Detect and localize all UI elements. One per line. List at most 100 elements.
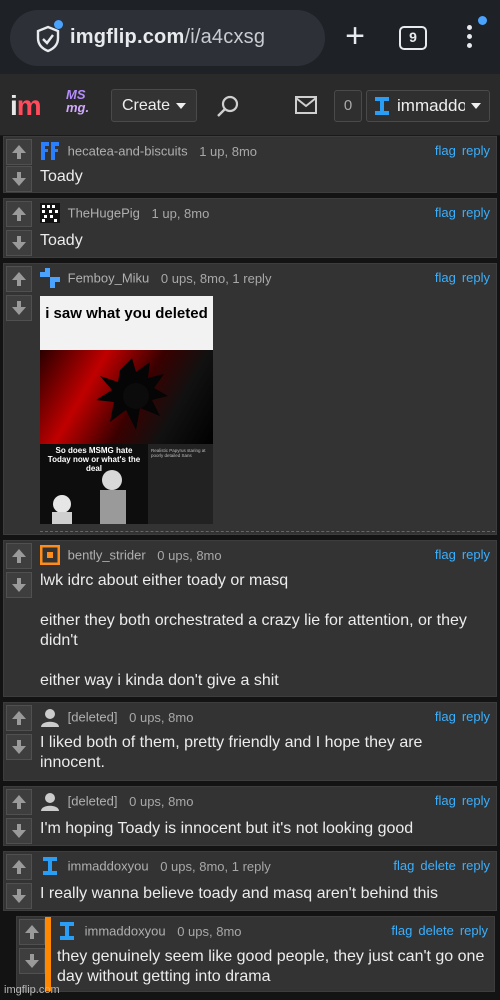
url-text[interactable]: imgflip.com/i/a4cxsg [70,26,265,49]
notification-count[interactable]: 0 [334,90,362,122]
meme-middle-panel [40,350,213,444]
comment-username[interactable]: immaddoxyou [68,859,149,874]
flag-link[interactable]: flag [435,547,456,562]
menu-icon[interactable] [462,22,476,54]
username: immaddoxyou [397,96,465,115]
new-tab-icon[interactable]: + [340,19,370,53]
comment: TheHugePig 1 up, 8mo flag reply Toady [3,198,497,258]
flag-link[interactable]: flag [391,923,412,938]
reply-link[interactable]: reply [460,923,488,938]
downvote-button[interactable] [6,734,32,760]
stream-logo[interactable]: MS mg. [66,88,98,122]
chevron-down-icon [176,103,186,109]
flag-link[interactable]: flag [435,270,456,285]
reply-link[interactable]: reply [462,270,490,285]
downvote-button[interactable] [6,295,32,321]
comment: Femboy_Miku 0 ups, 8mo, 1 reply flag repl… [3,263,497,535]
comment: [deleted] 0 ups, 8mo flag reply I'm hopin… [3,786,497,846]
comment-text: I liked both of them, pretty friendly an… [40,734,427,771]
comment-username[interactable]: bently_strider [68,548,146,563]
comment-text: lwk idrc about either toady or masq eith… [40,572,467,689]
downvote-button[interactable] [6,230,32,256]
chevron-down-icon [471,103,481,109]
upvote-button[interactable] [6,266,32,292]
user-avatar-icon[interactable] [40,545,60,565]
create-button[interactable]: Create [111,89,197,122]
comment-text: I really wanna believe toady and masq ar… [40,885,438,902]
comment: bently_strider 0 ups, 8mo flag reply lwk … [3,540,497,697]
downvote-button[interactable] [6,572,32,598]
comment-text: I'm hoping Toady is innocent but it's no… [40,820,414,837]
reply-comment: immaddoxyou 0 ups, 8mo flag delete reply t… [16,916,495,992]
user-avatar-icon[interactable] [57,921,77,941]
comment-username[interactable]: immaddoxyou [85,924,166,939]
upvote-button[interactable] [6,854,32,880]
user-avatar-icon[interactable] [40,856,60,876]
search-icon[interactable] [216,94,240,118]
reply-indicator-bar [45,917,51,991]
comment-meta: 0 ups, 8mo [157,547,222,563]
flag-link[interactable]: flag [393,858,414,873]
delete-link[interactable]: delete [418,923,453,938]
comment-meta: 0 ups, 8mo, 1 reply [160,858,271,874]
reply-link[interactable]: reply [462,793,490,808]
secure-site-icon[interactable] [35,25,61,53]
meme-figure [96,358,168,430]
upvote-button[interactable] [6,139,32,165]
downvote-button[interactable] [6,166,32,192]
flag-link[interactable]: flag [435,205,456,220]
user-menu-button[interactable]: immaddoxyou [366,90,490,122]
user-avatar-icon[interactable] [40,707,60,727]
delete-link[interactable]: delete [420,858,455,873]
menu-notification-dot [478,16,487,25]
user-avatar-icon[interactable] [40,268,60,288]
reply-link[interactable]: reply [462,858,490,873]
comment-meta: 0 ups, 8mo [129,793,194,809]
upvote-button[interactable] [6,201,32,227]
reply-link[interactable]: reply [462,547,490,562]
comment-username: [deleted] [67,793,118,809]
tabs-icon[interactable]: 9 [399,26,427,50]
comment-text: they genuinely seem like good people, th… [57,948,489,985]
reply-link[interactable]: reply [462,143,490,158]
user-avatar-icon[interactable] [40,203,60,223]
comment-username[interactable]: hecatea-and-biscuits [68,144,188,159]
flag-link[interactable]: flag [435,793,456,808]
meme-image[interactable]: i saw what you deleted So does MSMG hate… [40,296,213,524]
downvote-button[interactable] [19,948,45,974]
user-avatar-icon[interactable] [40,791,60,811]
flag-link[interactable]: flag [435,709,456,724]
imgflip-logo[interactable]: im [10,90,42,122]
site-navbar: im MS mg. Create 0 immaddoxyou [0,74,500,136]
address-bar[interactable]: imgflip.com/i/a4cxsg [10,10,325,66]
divider [40,531,495,532]
meme-top-caption: i saw what you deleted [40,296,213,350]
upvote-button[interactable] [19,919,45,945]
comment-username: [deleted] [67,709,118,725]
user-avatar-icon[interactable] [40,141,60,161]
upvote-button[interactable] [6,705,32,731]
meme-side-panel: Realistic Papyrus staring at poorly deta… [148,444,213,524]
comment-username[interactable]: Femboy_Miku [68,271,150,286]
reply-link[interactable]: reply [462,205,490,220]
meme-bottom-panel: So does MSMG hate Today now or what's th… [40,444,148,524]
flag-link[interactable]: flag [435,143,456,158]
meme-bottom-caption: So does MSMG hate Today now or what's th… [47,446,141,473]
imgflip-watermark: imgflip.com [4,984,60,996]
mail-icon[interactable] [295,96,317,114]
comment-meta: 0 ups, 8mo [129,709,194,725]
reply-link[interactable]: reply [462,709,490,724]
upvote-button[interactable] [6,543,32,569]
comment-meta: 0 ups, 8mo, 1 reply [160,270,272,286]
user-avatar-icon [375,97,389,115]
downvote-button[interactable] [6,883,32,909]
meme-side-caption: Realistic Papyrus staring at poorly deta… [151,448,206,458]
upvote-button[interactable] [6,789,32,815]
site-notification-dot [54,20,63,29]
comment: [deleted] 0 ups, 8mo flag reply I liked b… [3,702,497,781]
comment-text: Toady [40,168,83,185]
downvote-button[interactable] [6,818,32,844]
comment-meta: 0 ups, 8mo [177,923,242,939]
comment-username[interactable]: TheHugePig [68,206,140,221]
comment-meta: 1 up, 8mo [199,143,258,159]
